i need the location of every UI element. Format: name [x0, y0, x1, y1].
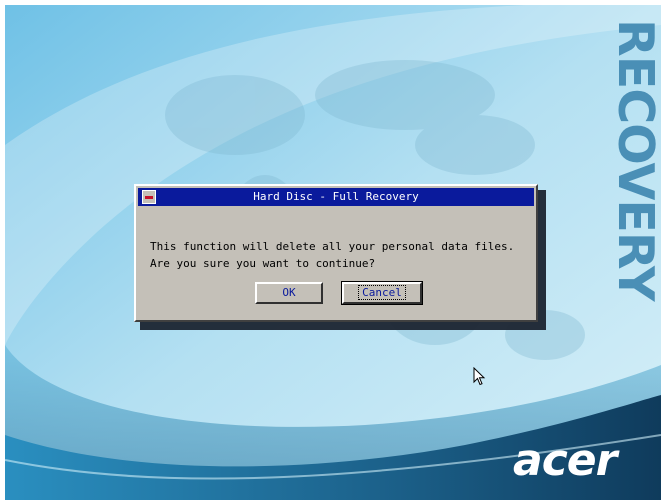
dialog-title-bar[interactable]: Hard Disc - Full Recovery: [138, 188, 534, 206]
cancel-button-label: Cancel: [358, 285, 406, 300]
ok-button[interactable]: OK: [255, 282, 323, 304]
cancel-button[interactable]: Cancel: [341, 281, 423, 305]
acer-logo: acer: [513, 435, 617, 486]
dialog-message: This function will delete all your perso…: [150, 240, 515, 270]
recovery-watermark: RECOVERY: [607, 19, 661, 301]
dialog-title: Hard Disc - Full Recovery: [253, 190, 419, 203]
mouse-pointer-icon: [473, 367, 486, 386]
confirm-dialog: Hard Disc - Full Recovery This function …: [134, 184, 538, 322]
